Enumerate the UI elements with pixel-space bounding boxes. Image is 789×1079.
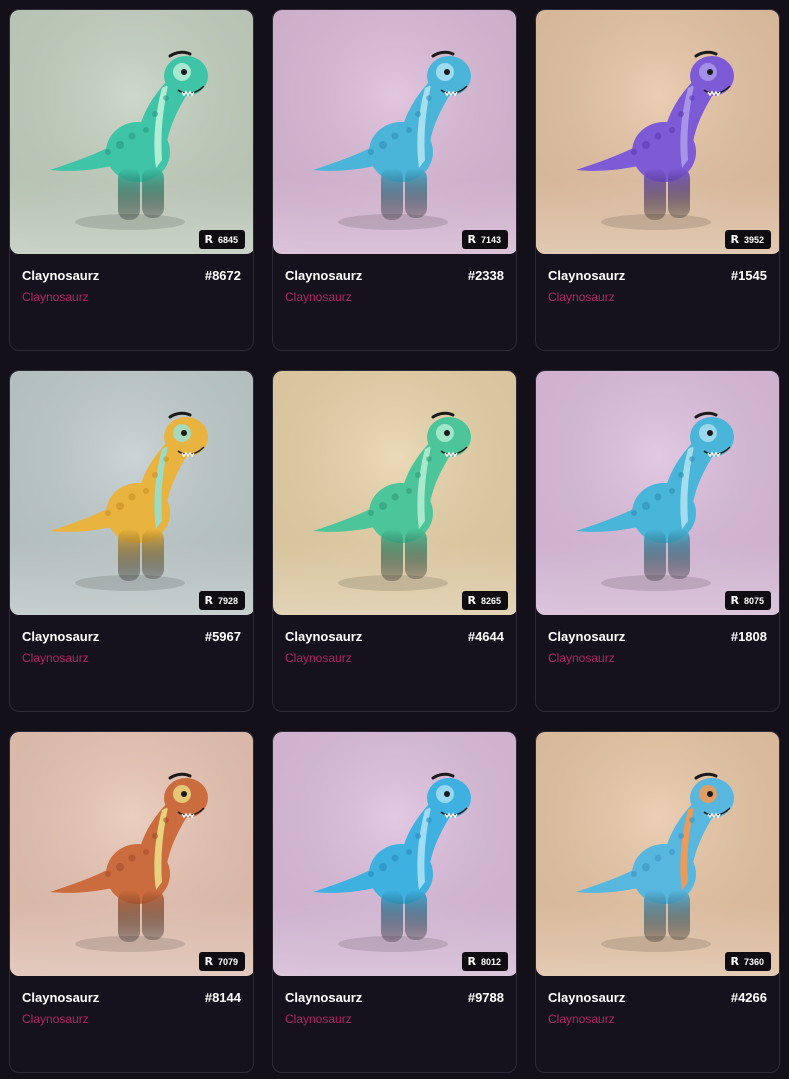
- collection-link[interactable]: Claynosaurz: [548, 290, 615, 304]
- nft-image[interactable]: R 6845: [10, 10, 253, 254]
- nft-title: Claynosaurz: [548, 990, 626, 1005]
- nft-number: #4644: [467, 629, 504, 644]
- rank-icon: R: [730, 233, 739, 246]
- nft-number: #1808: [730, 629, 767, 644]
- nft-image[interactable]: R 7079: [10, 732, 253, 976]
- nft-title: Claynosaurz: [548, 629, 626, 644]
- nft-number: #2338: [467, 268, 504, 283]
- collection-link[interactable]: Claynosaurz: [548, 1012, 615, 1026]
- rank-icon: R: [467, 955, 476, 968]
- nft-title: Claynosaurz: [285, 268, 363, 283]
- collection-link[interactable]: Claynosaurz: [22, 1012, 89, 1026]
- rank-icon: R: [730, 955, 739, 968]
- nft-title: Claynosaurz: [22, 629, 100, 644]
- nft-title: Claynosaurz: [548, 268, 626, 283]
- rank-icon: R: [467, 594, 476, 607]
- nft-title: Claynosaurz: [285, 990, 363, 1005]
- nft-card[interactable]: R 7360 Claynosaurz #4266 Claynosaurz: [535, 731, 780, 1073]
- rarity-rank-badge: R 7143: [462, 230, 508, 249]
- nft-number: #1545: [730, 268, 767, 283]
- nft-card[interactable]: R 3952 Claynosaurz #1545 Claynosaurz: [535, 9, 780, 351]
- rank-value: 7360: [743, 956, 764, 967]
- rank-value: 7928: [217, 595, 238, 606]
- nft-grid: R 6845 Claynosaurz #8672 Claynosaurz R 7…: [0, 0, 789, 1079]
- rank-icon: R: [467, 233, 476, 246]
- nft-number: #8144: [204, 990, 241, 1005]
- rank-value: 6845: [217, 234, 238, 245]
- collection-link[interactable]: Claynosaurz: [22, 651, 89, 665]
- nft-card[interactable]: R 7928 Claynosaurz #5967 Claynosaurz: [9, 370, 254, 712]
- rank-value: 3952: [743, 234, 764, 245]
- rank-icon: R: [730, 594, 739, 607]
- nft-image[interactable]: R 8075: [536, 371, 779, 615]
- nft-card[interactable]: R 7143 Claynosaurz #2338 Claynosaurz: [272, 9, 517, 351]
- nft-number: #8672: [204, 268, 241, 283]
- rarity-rank-badge: R 6845: [199, 230, 245, 249]
- rank-value: 7143: [480, 234, 501, 245]
- rarity-rank-badge: R 3952: [725, 230, 771, 249]
- rank-value: 8075: [743, 595, 764, 606]
- collection-link[interactable]: Claynosaurz: [285, 290, 352, 304]
- nft-image[interactable]: R 7928: [10, 371, 253, 615]
- collection-link[interactable]: Claynosaurz: [548, 651, 615, 665]
- nft-title: Claynosaurz: [285, 629, 363, 644]
- nft-image[interactable]: R 7360: [536, 732, 779, 976]
- rarity-rank-badge: R 7928: [199, 591, 245, 610]
- rank-value: 8265: [480, 595, 501, 606]
- nft-title: Claynosaurz: [22, 268, 100, 283]
- collection-link[interactable]: Claynosaurz: [285, 651, 352, 665]
- nft-number: #4266: [730, 990, 767, 1005]
- nft-image[interactable]: R 8265: [273, 371, 516, 615]
- rank-icon: R: [204, 594, 213, 607]
- rank-icon: R: [204, 955, 213, 968]
- rarity-rank-badge: R 8012: [462, 952, 508, 971]
- rarity-rank-badge: R 7079: [199, 952, 245, 971]
- rank-value: 8012: [480, 956, 501, 967]
- nft-card[interactable]: R 8012 Claynosaurz #9788 Claynosaurz: [272, 731, 517, 1073]
- nft-card[interactable]: R 7079 Claynosaurz #8144 Claynosaurz: [9, 731, 254, 1073]
- rarity-rank-badge: R 7360: [725, 952, 771, 971]
- rank-icon: R: [204, 233, 213, 246]
- nft-image[interactable]: R 7143: [273, 10, 516, 254]
- nft-card[interactable]: R 6845 Claynosaurz #8672 Claynosaurz: [9, 9, 254, 351]
- nft-number: #9788: [467, 990, 504, 1005]
- nft-image[interactable]: R 3952: [536, 10, 779, 254]
- rarity-rank-badge: R 8075: [725, 591, 771, 610]
- rarity-rank-badge: R 8265: [462, 591, 508, 610]
- rank-value: 7079: [217, 956, 238, 967]
- nft-card[interactable]: R 8265 Claynosaurz #4644 Claynosaurz: [272, 370, 517, 712]
- nft-title: Claynosaurz: [22, 990, 100, 1005]
- nft-image[interactable]: R 8012: [273, 732, 516, 976]
- nft-card[interactable]: R 8075 Claynosaurz #1808 Claynosaurz: [535, 370, 780, 712]
- collection-link[interactable]: Claynosaurz: [22, 290, 89, 304]
- nft-number: #5967: [204, 629, 241, 644]
- collection-link[interactable]: Claynosaurz: [285, 1012, 352, 1026]
